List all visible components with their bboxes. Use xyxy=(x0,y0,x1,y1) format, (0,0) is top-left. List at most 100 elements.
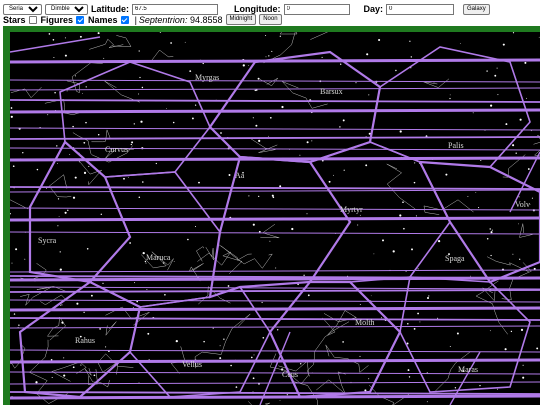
star xyxy=(454,387,457,389)
figure-line xyxy=(105,321,117,337)
sky-map[interactable]: Myrgas Barsux Curvus Palis Aa Myrtyr Volv Sycra… xyxy=(10,32,540,405)
star xyxy=(269,116,272,119)
star xyxy=(253,354,255,356)
star xyxy=(484,130,486,131)
star xyxy=(491,229,493,231)
figure-line xyxy=(325,344,369,373)
star xyxy=(475,192,477,193)
star xyxy=(357,224,359,226)
constellation-name: Ceus xyxy=(282,370,298,379)
star xyxy=(56,145,58,147)
star xyxy=(230,364,232,367)
star xyxy=(365,164,368,167)
star xyxy=(248,65,250,66)
star xyxy=(189,70,192,72)
star xyxy=(257,77,260,80)
star xyxy=(175,339,178,343)
star xyxy=(359,355,361,357)
figure-line xyxy=(48,174,72,198)
constellation-name: Molth xyxy=(355,318,375,327)
star xyxy=(59,268,62,271)
star xyxy=(281,105,284,109)
star xyxy=(235,386,238,388)
star xyxy=(223,338,225,340)
star xyxy=(515,152,517,154)
star xyxy=(538,36,540,38)
grid-rib xyxy=(10,36,101,53)
galaxy-button[interactable]: Galaxy xyxy=(463,3,490,15)
star xyxy=(53,57,55,58)
star xyxy=(155,162,157,165)
star xyxy=(159,32,162,33)
star xyxy=(272,196,275,199)
names-label: Names xyxy=(88,14,118,25)
star xyxy=(486,70,488,72)
star xyxy=(343,169,345,171)
star xyxy=(61,304,63,306)
star xyxy=(47,114,49,116)
star xyxy=(279,185,282,188)
coordinate-grid xyxy=(10,36,540,405)
star xyxy=(35,381,38,384)
figure-line xyxy=(310,32,329,40)
star xyxy=(512,253,514,255)
stars-checkbox[interactable] xyxy=(28,15,37,24)
star xyxy=(139,76,141,79)
star xyxy=(307,294,310,297)
star xyxy=(227,285,230,287)
star xyxy=(519,258,521,260)
grid-band xyxy=(10,358,540,364)
star xyxy=(518,196,520,198)
star xyxy=(512,32,515,34)
star xyxy=(57,225,59,227)
star xyxy=(277,329,279,331)
star xyxy=(191,117,194,120)
figure-line xyxy=(422,78,450,88)
star xyxy=(36,168,39,171)
star xyxy=(415,215,417,217)
star xyxy=(164,294,166,296)
grid-band xyxy=(10,317,540,321)
place-select[interactable]: Dimble xyxy=(45,3,88,15)
star xyxy=(79,35,82,38)
figure-line xyxy=(323,310,357,336)
star xyxy=(470,275,471,277)
figure-line xyxy=(10,86,42,99)
day-input[interactable] xyxy=(386,3,455,15)
constellation-name: Aa xyxy=(235,171,245,180)
star xyxy=(54,92,56,94)
star xyxy=(58,216,60,217)
star xyxy=(97,32,100,35)
star xyxy=(413,328,416,330)
noon-button[interactable]: Noon xyxy=(259,14,282,25)
star xyxy=(265,35,267,36)
star xyxy=(74,176,77,179)
star xyxy=(12,165,15,168)
star xyxy=(133,123,135,125)
figures-checkbox[interactable] xyxy=(76,15,85,24)
longitude-input[interactable] xyxy=(283,3,350,15)
grid-band xyxy=(10,127,540,131)
star xyxy=(486,237,489,240)
star xyxy=(413,181,416,184)
star xyxy=(85,86,87,88)
star xyxy=(445,173,448,176)
star xyxy=(131,141,134,144)
separator: | xyxy=(134,14,137,25)
star xyxy=(252,223,255,226)
constellation-name: Barsux xyxy=(320,87,343,96)
star xyxy=(403,227,405,230)
latitude-input[interactable] xyxy=(132,3,218,15)
names-checkbox[interactable] xyxy=(120,15,129,24)
star xyxy=(141,86,144,89)
world-select[interactable]: Seria xyxy=(3,3,42,15)
star xyxy=(103,57,105,59)
star xyxy=(392,250,395,253)
star xyxy=(426,296,430,300)
midnight-button[interactable]: Midnight xyxy=(225,14,257,25)
constellation-name: Myrtyr xyxy=(340,205,363,214)
star xyxy=(82,93,83,94)
star xyxy=(490,254,492,257)
star xyxy=(252,117,254,119)
star xyxy=(449,94,451,96)
